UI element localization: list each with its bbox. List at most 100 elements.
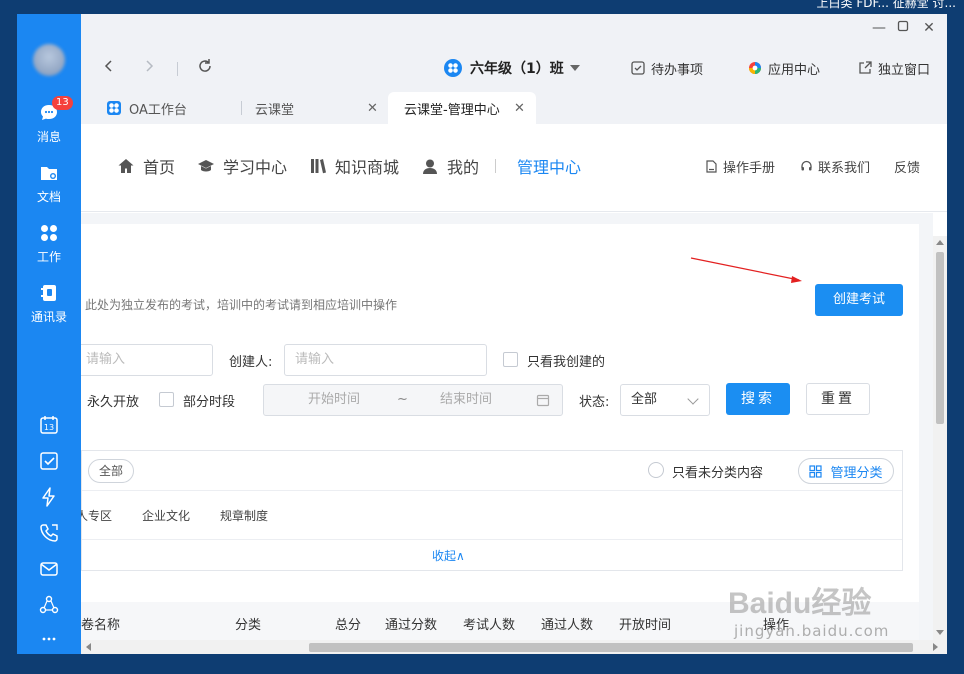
app-sidebar: 13 消息 文档 工作 通讯录 13	[17, 14, 81, 654]
graduation-cap-icon	[198, 160, 214, 172]
avatar[interactable]	[33, 44, 65, 76]
calendar-icon[interactable]: 13	[38, 414, 60, 436]
column-header: 考试人数	[463, 618, 516, 633]
chevron-down-icon	[687, 393, 699, 405]
range-separator: ~	[397, 392, 408, 407]
tab-label: 云课堂-管理中心	[404, 102, 500, 118]
horizontal-scroll-thumb[interactable]	[309, 643, 913, 652]
oa-logo-icon	[107, 101, 121, 115]
tab-bar: OA工作台 云课堂 ✕ 云课堂-管理中心 ✕	[81, 92, 947, 124]
calendar-day: 13	[44, 423, 54, 432]
contact-link[interactable]: 联系我们	[800, 157, 870, 176]
column-header: 操作	[763, 618, 790, 633]
creator-label: 创建人:	[229, 355, 273, 370]
sidebar-item-docs[interactable]: 文档	[17, 162, 81, 205]
nav-knowledge-store[interactable]: 知识商城	[309, 155, 399, 177]
category-all-pill[interactable]: 全部	[88, 459, 134, 483]
forward-icon[interactable]	[139, 58, 159, 78]
sidebar-item-contacts[interactable]: 通讯录	[17, 282, 81, 325]
nav-divider	[177, 62, 178, 76]
manage-category-label: 管理分类	[830, 465, 883, 481]
partial-period-checkbox[interactable]	[159, 392, 174, 407]
apps-icon	[38, 222, 60, 244]
tab-cloud-classroom[interactable]: 云课堂 ✕	[255, 92, 379, 124]
close-icon[interactable]: ✕	[367, 101, 378, 116]
sidebar-item-work[interactable]: 工作	[17, 222, 81, 265]
reset-button[interactable]: 重置	[806, 383, 870, 415]
external-window-icon	[859, 61, 872, 74]
maximize-icon[interactable]	[895, 20, 911, 36]
app-center-icon	[749, 62, 761, 74]
phone-icon[interactable]	[38, 522, 60, 544]
class-selector[interactable]: 六年级（1）班	[444, 58, 580, 78]
scroll-down-icon[interactable]	[936, 630, 944, 635]
only-uncategorized-radio[interactable]	[648, 462, 664, 478]
scroll-right-icon[interactable]	[933, 643, 938, 651]
books-icon	[311, 159, 326, 174]
manual-link[interactable]: 操作手册	[705, 157, 775, 176]
nav-home[interactable]: 首页	[117, 155, 175, 177]
page-content: 首页 学习中心 知识商城 我的 管理中心 操作手册 联系我们 反馈 此处为独立发…	[81, 124, 947, 654]
back-icon[interactable]	[99, 58, 119, 78]
todo-button[interactable]: 待办事项	[631, 58, 703, 78]
column-header: 总分	[335, 618, 362, 633]
minimize-icon[interactable]: —	[871, 20, 887, 36]
status-value: 全部	[631, 392, 658, 407]
nav-learning-center[interactable]: 学习中心	[197, 155, 287, 177]
collapse-link[interactable]: 收起∧	[432, 547, 465, 564]
category-item[interactable]: 企业文化	[142, 507, 190, 524]
standalone-label: 独立窗口	[878, 62, 931, 78]
sidebar-item-label: 消息	[36, 130, 61, 144]
todo-check-icon	[631, 61, 645, 75]
exam-hint: 此处为独立发布的考试，培训中的考试请到相应培训中操作	[85, 298, 398, 312]
class-name: 六年级（1）班	[470, 61, 564, 77]
create-exam-button[interactable]: 创建考试	[815, 284, 903, 316]
tab-label: 云课堂	[255, 102, 295, 118]
only-mine-checkbox[interactable]	[503, 352, 518, 367]
only-uncategorized-label: 只看未分类内容	[672, 466, 764, 481]
nav-admin-center[interactable]: 管理中心	[517, 155, 581, 177]
task-check-icon[interactable]	[38, 450, 60, 472]
manage-category-button[interactable]: 管理分类	[798, 458, 894, 484]
nav-label: 知识商城	[335, 158, 400, 177]
network-icon[interactable]	[38, 594, 60, 616]
tab-oa-workbench[interactable]: OA工作台	[107, 92, 237, 124]
headset-icon	[801, 160, 812, 170]
status-select[interactable]: 全部	[620, 384, 710, 416]
nav-label: 管理中心	[517, 158, 582, 177]
more-icon[interactable]	[38, 628, 60, 650]
vertical-scrollbar[interactable]	[933, 236, 947, 640]
category-item[interactable]: 规章制度	[220, 507, 268, 524]
nav-mine[interactable]: 我的	[421, 155, 479, 177]
user-icon	[423, 159, 437, 174]
app-center-button[interactable]: 应用中心	[748, 58, 820, 78]
feedback-link[interactable]: 反馈	[894, 157, 920, 176]
category-item[interactable]: 人专区	[81, 507, 112, 524]
standalone-window-button[interactable]: 独立窗口	[858, 58, 930, 78]
mail-icon[interactable]	[38, 558, 60, 580]
scroll-left-icon[interactable]	[86, 643, 91, 651]
tab-admin-center[interactable]: 云课堂-管理中心 ✕	[388, 92, 536, 124]
horizontal-scrollbar[interactable]	[81, 640, 947, 654]
status-label: 状态:	[579, 395, 610, 410]
creator-input[interactable]: 请输入	[284, 344, 487, 376]
title-bar: — ✕	[81, 14, 947, 42]
search-button[interactable]: 搜索	[726, 383, 790, 415]
exam-name-input[interactable]: 请输入	[81, 344, 213, 376]
column-header: 开放时间	[619, 618, 672, 633]
class-logo-icon	[444, 59, 462, 77]
scroll-up-icon[interactable]	[936, 240, 944, 245]
lightning-icon[interactable]	[38, 486, 60, 508]
sidebar-item-messages[interactable]: 13 消息	[17, 96, 81, 145]
browser-nav-row: 六年级（1）班 待办事项 应用中心 独立窗口	[81, 42, 947, 94]
start-time-placeholder: 开始时间	[308, 392, 361, 407]
close-icon[interactable]: ✕	[514, 101, 525, 116]
refresh-icon[interactable]	[195, 58, 215, 78]
exam-panel	[81, 224, 919, 644]
message-icon: 13	[38, 96, 73, 124]
date-range-picker[interactable]: 开始时间 ~ 结束时间	[263, 384, 563, 416]
unread-badge: 13	[52, 96, 73, 110]
vertical-scroll-thumb[interactable]	[936, 252, 944, 424]
grid-icon	[809, 464, 823, 478]
close-window-icon[interactable]: ✕	[921, 20, 937, 36]
